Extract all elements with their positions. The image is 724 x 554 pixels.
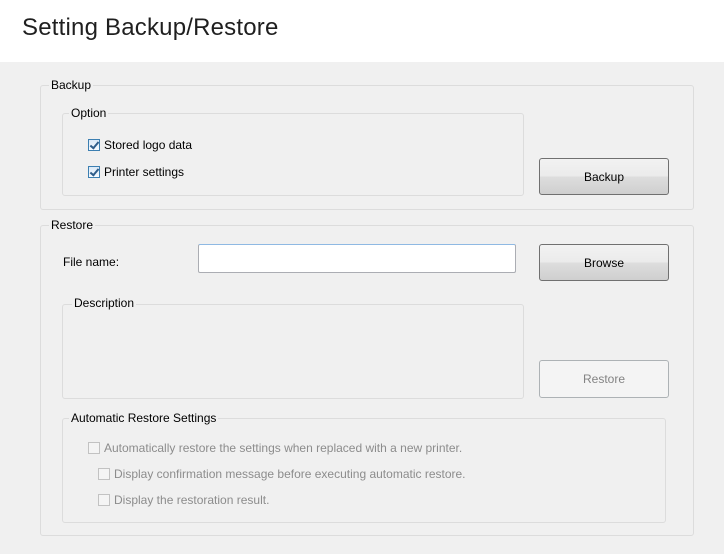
page-title: Setting Backup/Restore bbox=[22, 14, 279, 41]
printer-settings-checkbox-box[interactable] bbox=[88, 166, 100, 178]
file-name-input[interactable] bbox=[198, 244, 516, 273]
backup-button[interactable]: Backup bbox=[539, 158, 669, 195]
display-confirmation-checkbox-box[interactable] bbox=[98, 468, 110, 480]
printer-settings-checkbox[interactable]: Printer settings bbox=[88, 165, 184, 179]
display-result-checkbox-box[interactable] bbox=[98, 494, 110, 506]
browse-button[interactable]: Browse bbox=[539, 244, 669, 281]
backup-group-label: Backup bbox=[51, 78, 92, 92]
file-name-label: File name: bbox=[63, 255, 120, 269]
description-box bbox=[62, 304, 524, 399]
stored-logo-data-checkbox[interactable]: Stored logo data bbox=[88, 138, 192, 152]
auto-restore-checkbox[interactable]: Automatically restore the settings when … bbox=[88, 441, 462, 455]
restore-group-label: Restore bbox=[51, 218, 94, 232]
display-result-label: Display the restoration result. bbox=[114, 493, 270, 507]
stored-logo-data-checkbox-box[interactable] bbox=[88, 139, 100, 151]
printer-settings-label: Printer settings bbox=[104, 165, 185, 179]
auto-restore-label: Automatically restore the settings when … bbox=[104, 441, 463, 455]
display-result-checkbox[interactable]: Display the restoration result. bbox=[98, 493, 269, 507]
auto-restore-checkbox-box[interactable] bbox=[88, 442, 100, 454]
option-group-label: Option bbox=[71, 106, 107, 120]
title-bar: Setting Backup/Restore bbox=[0, 0, 724, 62]
stored-logo-data-label: Stored logo data bbox=[104, 138, 193, 152]
display-confirmation-checkbox[interactable]: Display confirmation message before exec… bbox=[98, 467, 466, 481]
automatic-restore-settings-label: Automatic Restore Settings bbox=[71, 411, 217, 425]
description-label: Description bbox=[72, 296, 137, 310]
restore-button[interactable]: Restore bbox=[539, 360, 669, 398]
display-confirmation-label: Display confirmation message before exec… bbox=[114, 467, 466, 481]
